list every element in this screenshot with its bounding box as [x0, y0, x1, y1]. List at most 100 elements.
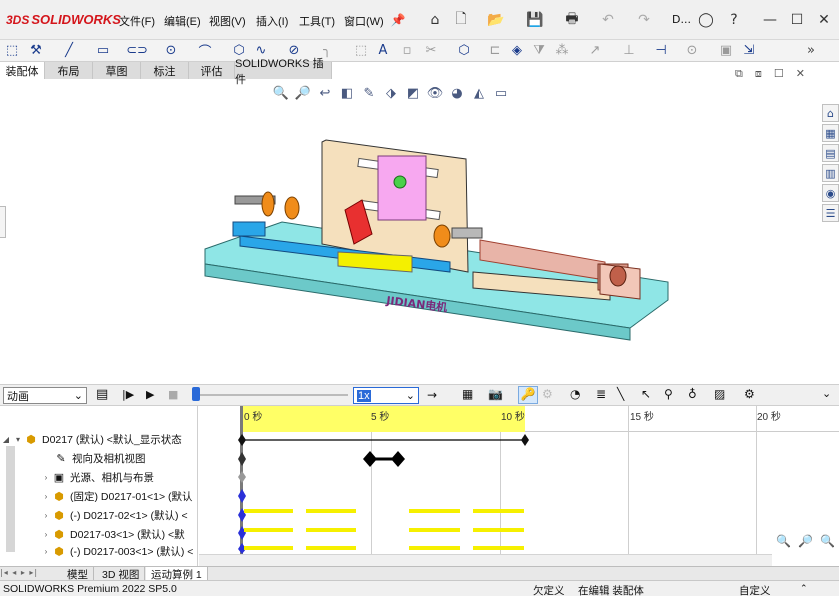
- change-bar[interactable]: [244, 509, 293, 513]
- export-icon[interactable]: ⇲: [740, 41, 758, 59]
- section-view-icon[interactable]: ◧: [338, 84, 356, 102]
- tree-scrollbar[interactable]: [6, 446, 15, 552]
- home-icon[interactable]: ⌂: [425, 10, 445, 30]
- spring-icon[interactable]: ≣: [596, 387, 606, 401]
- tree-item-lights[interactable]: › ▣ 光源、相机与布景: [0, 468, 198, 486]
- key-point[interactable]: [363, 451, 377, 467]
- play-icon[interactable]: ▶: [146, 388, 154, 401]
- animation-wizard-icon[interactable]: 📷: [488, 387, 503, 401]
- expand-arrow-icon[interactable]: ›: [40, 492, 52, 501]
- convert-icon[interactable]: ⬡: [455, 41, 473, 59]
- calculate-icon[interactable]: ▤: [96, 387, 108, 402]
- more-chevron-icon[interactable]: »: [802, 41, 820, 59]
- scene-icon[interactable]: ◭: [470, 84, 488, 102]
- view-palette-icon[interactable]: ▥: [822, 164, 839, 182]
- zoom-in-timeline-icon[interactable]: 🔎: [798, 534, 813, 548]
- change-bar[interactable]: [409, 528, 460, 532]
- change-bar[interactable]: [409, 509, 460, 513]
- playback-speed-select[interactable]: 1x ⌄: [353, 387, 419, 404]
- point-icon[interactable]: ▫: [398, 41, 416, 59]
- stop-icon[interactable]: ■: [168, 388, 178, 401]
- key-point[interactable]: [238, 452, 246, 466]
- zoom-to-fit-timeline-icon[interactable]: 🔍: [776, 534, 791, 548]
- playback-mode-icon[interactable]: →: [427, 388, 437, 402]
- save-icon[interactable]: 💾: [525, 10, 545, 30]
- timeline-ruler[interactable]: 0 秒 5 秒 10 秒 15 秒 20 秒: [241, 406, 839, 432]
- chevron-up-icon[interactable]: ⌃: [800, 583, 808, 594]
- slot-icon[interactable]: ⊂⊃: [126, 41, 148, 59]
- change-bar[interactable]: [244, 546, 293, 550]
- damper-icon[interactable]: ╲: [617, 387, 624, 401]
- menu-tools[interactable]: 工具(T): [299, 13, 335, 29]
- study-properties-icon[interactable]: ⚙: [744, 387, 755, 401]
- doc-close-icon[interactable]: ✕: [796, 67, 805, 81]
- design-library-icon[interactable]: ▦: [822, 124, 839, 142]
- collapse-chevron-icon[interactable]: ⌄: [822, 387, 831, 400]
- tab-model[interactable]: 模型: [62, 567, 94, 581]
- display-style-icon[interactable]: ◩: [404, 84, 422, 102]
- circle-icon[interactable]: ⊙: [162, 41, 180, 59]
- doc-maximize-icon[interactable]: ☐: [774, 67, 784, 81]
- zoom-area-icon[interactable]: 🔎: [294, 84, 312, 102]
- pin-icon[interactable]: 📌: [388, 10, 408, 30]
- tab-sketch[interactable]: 草图: [93, 62, 141, 79]
- intersection-icon[interactable]: ◈: [508, 41, 526, 59]
- change-bar[interactable]: [244, 528, 293, 532]
- trim-icon[interactable]: ✂: [422, 41, 440, 59]
- expand-arrow-icon[interactable]: ›: [40, 511, 52, 520]
- arc-icon[interactable]: ⌒: [196, 41, 214, 60]
- tree-item-component[interactable]: › ⬢ D0217-03<1> (默认) <默: [0, 525, 198, 543]
- hide-show-icon[interactable]: 👁: [426, 84, 444, 102]
- tab-evaluate[interactable]: 评估: [189, 62, 235, 79]
- menu-view[interactable]: 视图(V): [209, 13, 246, 29]
- playback-slider-track[interactable]: [200, 394, 348, 396]
- expand-arrow-icon[interactable]: ›: [40, 473, 52, 482]
- tree-root[interactable]: ◢ ▾ ⬢ D0217 (默认) <默认_显示状态: [0, 430, 198, 448]
- print-icon[interactable]: 🖶: [562, 10, 582, 30]
- tree-item-component[interactable]: › ⬢ (固定) D0217-01<1> (默认: [0, 487, 198, 505]
- autokey-icon[interactable]: 🔑: [518, 386, 538, 404]
- view-orientation-icon[interactable]: ⬗: [382, 84, 400, 102]
- graphics-area[interactable]: JIDIAN电机: [0, 104, 820, 384]
- results-plots-icon[interactable]: ▨: [714, 387, 725, 401]
- contact-icon[interactable]: ⚲: [664, 387, 673, 401]
- solidworks-resources-icon[interactable]: ⌂: [822, 104, 839, 122]
- tree-item-component[interactable]: › ⬢ (-) D0217-02<1> (默认) <: [0, 506, 198, 524]
- tab-assembly[interactable]: 装配体: [0, 62, 45, 79]
- change-bar[interactable]: [473, 546, 524, 550]
- minimize-icon[interactable]: —: [760, 10, 780, 30]
- relation-icon[interactable]: ⊥: [620, 41, 638, 59]
- zoom-out-timeline-icon[interactable]: 🔍: [820, 534, 835, 548]
- force-icon[interactable]: ↖: [641, 387, 651, 401]
- menu-window[interactable]: 窗口(W): [344, 13, 384, 29]
- line-icon[interactable]: ╱: [60, 41, 78, 59]
- playback-slider-thumb[interactable]: [192, 387, 200, 401]
- key-point[interactable]: [238, 471, 246, 483]
- timeline-scrollbar[interactable]: [199, 554, 772, 566]
- key-point[interactable]: [238, 434, 246, 446]
- menu-insert[interactable]: 插入(I): [256, 13, 288, 29]
- tree-item-component[interactable]: › ⬢ (-) D0217-003<1> (默认) <: [0, 544, 198, 559]
- add-key-icon[interactable]: ⚙: [542, 387, 553, 401]
- key-point[interactable]: [238, 489, 246, 503]
- doc-restore-icon[interactable]: ⧉: [735, 67, 743, 81]
- redo-icon[interactable]: ↷: [634, 10, 654, 30]
- tab-navigation-arrows[interactable]: |◂ ◂ ▸ ▸|: [0, 568, 58, 580]
- dynamic-annotation-icon[interactable]: ✎: [360, 84, 378, 102]
- change-bar[interactable]: [409, 546, 460, 550]
- open-icon[interactable]: 📂: [486, 10, 506, 30]
- offset-icon[interactable]: ⊏: [486, 41, 504, 59]
- expand-arrow-icon[interactable]: ›: [40, 530, 52, 539]
- rectangle-icon[interactable]: ▭: [94, 41, 112, 59]
- maximize-icon[interactable]: ☐: [787, 10, 807, 30]
- insert-component-icon[interactable]: ⬚: [3, 41, 21, 59]
- motor-icon[interactable]: ◔: [570, 387, 580, 401]
- new-document-icon[interactable]: 🗋: [451, 10, 471, 30]
- menu-edit[interactable]: 编辑(E): [164, 13, 201, 29]
- help-icon[interactable]: ?: [724, 10, 744, 30]
- mate-icon[interactable]: ⚒: [27, 41, 45, 59]
- save-animation-icon[interactable]: ▦: [462, 387, 473, 401]
- menu-file[interactable]: 文件(F): [119, 13, 155, 29]
- change-bar[interactable]: [473, 509, 524, 513]
- mirror-icon[interactable]: ⧩: [530, 41, 548, 59]
